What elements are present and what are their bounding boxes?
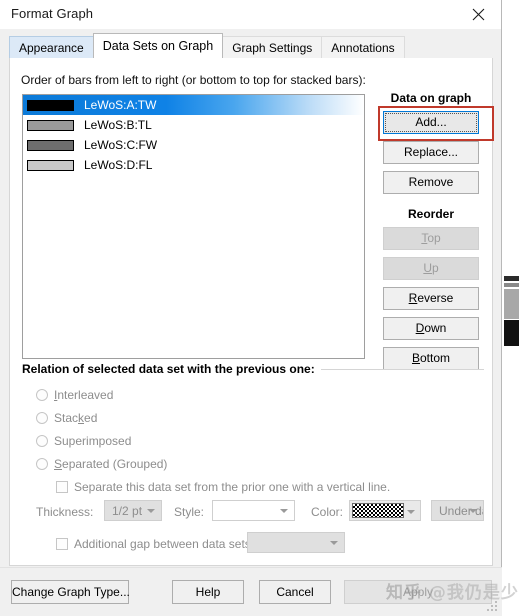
tab-annotations-label: Annotations <box>331 40 395 55</box>
tab-data-sets-on-graph-label: Data Sets on Graph <box>102 39 214 53</box>
list-item-label: LeWoS:A:TW <box>84 98 157 112</box>
radio-icon <box>36 389 48 401</box>
list-item-label: LeWoS:B:TL <box>84 118 152 132</box>
change-graph-type-button[interactable]: Change Graph Type... <box>11 580 130 604</box>
checkbox-icon <box>56 538 68 550</box>
apply-button[interactable]: Apply <box>344 580 492 604</box>
format-graph-dialog: Format Graph Appearance Data Sets on Gra… <box>0 0 502 616</box>
radio-interleaved[interactable]: Interleaved <box>36 388 113 402</box>
down-button[interactable]: Down <box>383 317 479 340</box>
reorder-title: Reorder <box>407 207 454 221</box>
down-button-rest: own <box>424 321 447 335</box>
bottom-button[interactable]: Bottom <box>383 347 479 370</box>
window-title: Format Graph <box>11 6 94 21</box>
color-swatch-icon <box>27 119 74 131</box>
chevron-down-icon <box>330 540 338 545</box>
tab-appearance[interactable]: Appearance <box>9 36 94 58</box>
radio-superimposed[interactable]: Superimposed <box>36 434 131 448</box>
reverse-button[interactable]: Reverse <box>383 287 479 310</box>
chevron-down-icon <box>147 508 155 513</box>
replace-button[interactable]: Replace... <box>383 141 479 164</box>
resize-grip-icon[interactable] <box>487 601 499 613</box>
color-swatch-icon <box>27 139 74 151</box>
reverse-button-rest: everse <box>417 291 454 305</box>
additional-gap-label: Additional gap between data sets <box>74 537 251 551</box>
radio-separated-grouped[interactable]: Separated (Grouped) <box>36 457 167 471</box>
top-button[interactable]: Top <box>383 227 479 250</box>
top-button-rest: op <box>427 231 441 245</box>
color-swatch-icon <box>27 159 74 171</box>
color-combo[interactable] <box>349 500 421 521</box>
radio-separated-grouped-label: Separated (Grouped) <box>54 457 168 471</box>
tab-panel: Order of bars from left to right (or bot… <box>9 58 494 566</box>
dialog-footer: Change Graph Type... Help Cancel Apply <box>0 567 502 616</box>
radio-stacked[interactable]: Stacked <box>36 411 97 425</box>
tab-annotations[interactable]: Annotations <box>321 36 405 58</box>
add-button[interactable]: Add... <box>383 111 479 134</box>
radio-interleaved-label: Interleaved <box>54 388 114 402</box>
radio-icon <box>36 412 48 424</box>
tab-data-sets-on-graph[interactable]: Data Sets on Graph <box>92 33 224 58</box>
color-label: Color: <box>311 505 344 519</box>
gap-combo[interactable] <box>247 532 345 553</box>
right-button-column: Data on graph Add... Replace... Remove R… <box>376 91 486 377</box>
cancel-button[interactable]: Cancel <box>259 580 331 604</box>
thickness-value: 1/2 pt <box>112 503 143 518</box>
list-item[interactable]: LeWoS:D:FL <box>23 155 364 175</box>
color-swatch-icon <box>27 99 74 111</box>
tab-appearance-label: Appearance <box>19 40 84 55</box>
help-button[interactable]: Help <box>172 580 244 604</box>
background-behind-dialog <box>500 0 519 616</box>
separate-with-vertical-line-label: Separate this data set from the prior on… <box>74 480 391 494</box>
checkbox-icon <box>56 481 68 493</box>
list-item[interactable]: LeWoS:A:TW <box>23 95 364 115</box>
chevron-down-icon <box>469 508 477 513</box>
separate-with-vertical-line-checkbox[interactable]: Separate this data set from the prior on… <box>56 480 390 494</box>
radio-icon <box>36 458 48 470</box>
order-of-bars-label: Order of bars from left to right (or bot… <box>21 73 366 87</box>
position-combo[interactable]: Under data points <box>431 500 484 521</box>
data-sets-listbox[interactable]: LeWoS:A:TW LeWoS:B:TL LeWoS:C:FW LeWoS:D… <box>22 94 365 359</box>
line-color-swatch-icon <box>352 503 404 518</box>
chevron-down-icon <box>407 510 415 514</box>
background-band-1 <box>504 276 519 281</box>
up-button[interactable]: Up <box>383 257 479 280</box>
list-item-label: LeWoS:C:FW <box>84 138 158 152</box>
list-item[interactable]: LeWoS:C:FW <box>23 135 364 155</box>
background-band-5 <box>504 349 519 371</box>
background-band-3 <box>504 289 519 319</box>
remove-button[interactable]: Remove <box>383 171 479 194</box>
title-bar: Format Graph <box>0 0 501 30</box>
relation-groupbox: Relation of selected data set with the p… <box>22 362 484 553</box>
list-item-label: LeWoS:D:FL <box>84 158 153 172</box>
chevron-down-icon <box>280 508 288 513</box>
radio-icon <box>36 435 48 447</box>
bottom-button-rest: ottom <box>420 351 451 365</box>
tab-graph-settings-label: Graph Settings <box>232 40 313 55</box>
close-icon[interactable] <box>456 0 501 29</box>
tab-graph-settings[interactable]: Graph Settings <box>222 36 323 58</box>
radio-superimposed-label: Superimposed <box>54 434 132 448</box>
background-band-2 <box>504 283 519 287</box>
relation-legend: Relation of selected data set with the p… <box>22 362 321 376</box>
radio-stacked-label: Stacked <box>54 411 98 425</box>
tab-bar: Appearance Data Sets on Graph Graph Sett… <box>9 33 405 58</box>
thickness-combo[interactable]: 1/2 pt <box>104 500 162 521</box>
list-item[interactable]: LeWoS:B:TL <box>23 115 364 135</box>
style-combo[interactable] <box>212 500 295 521</box>
background-band-4 <box>504 320 519 346</box>
thickness-label: Thickness: <box>36 505 94 519</box>
data-on-graph-title: Data on graph <box>390 91 472 105</box>
style-label: Style: <box>174 505 205 519</box>
additional-gap-checkbox[interactable]: Additional gap between data sets <box>56 537 251 551</box>
up-button-rest: p <box>431 261 439 275</box>
